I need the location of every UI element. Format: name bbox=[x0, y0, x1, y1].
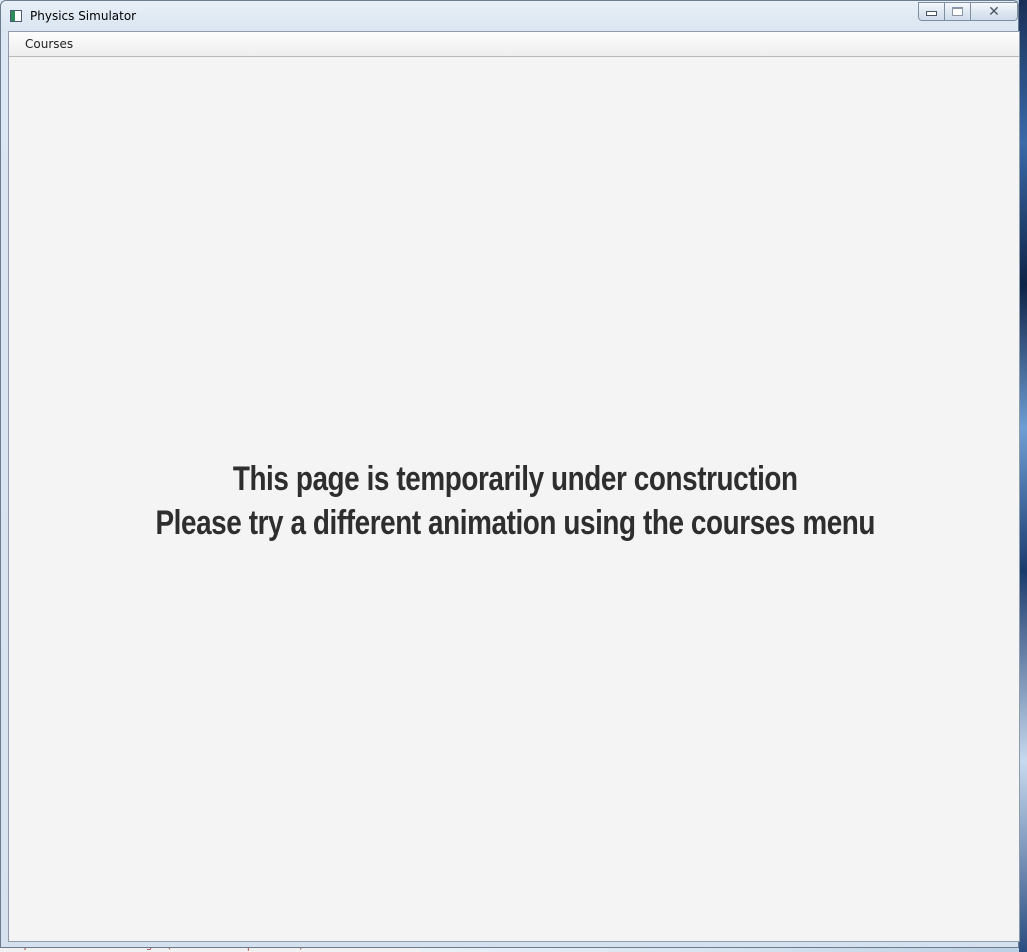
app-window-icon[interactable] bbox=[10, 10, 22, 22]
title-bar[interactable]: Physics Simulator ✕ bbox=[1, 1, 1018, 31]
close-button[interactable]: ✕ bbox=[971, 2, 1018, 21]
message-line-1: This page is temporarily under construct… bbox=[232, 460, 798, 498]
app-window: Physics Simulator ✕ Courses This page is… bbox=[0, 0, 1020, 948]
content-pane: This page is temporarily under construct… bbox=[9, 57, 1019, 941]
desktop-edge bbox=[1019, 0, 1027, 952]
minimize-icon bbox=[926, 11, 937, 16]
window-title: Physics Simulator bbox=[30, 9, 137, 23]
minimize-button[interactable] bbox=[918, 2, 945, 21]
caption-buttons: ✕ bbox=[918, 2, 1018, 21]
menu-bar: Courses bbox=[9, 32, 1019, 57]
client-area: Courses This page is temporarily under c… bbox=[8, 31, 1020, 942]
close-icon: ✕ bbox=[988, 3, 1000, 20]
maximize-icon bbox=[952, 7, 963, 16]
message-line-2: Please try a different animation using t… bbox=[155, 504, 876, 542]
maximize-button[interactable] bbox=[945, 2, 971, 21]
under-construction-message: This page is temporarily under construct… bbox=[101, 457, 929, 545]
menu-courses[interactable]: Courses bbox=[18, 32, 80, 56]
